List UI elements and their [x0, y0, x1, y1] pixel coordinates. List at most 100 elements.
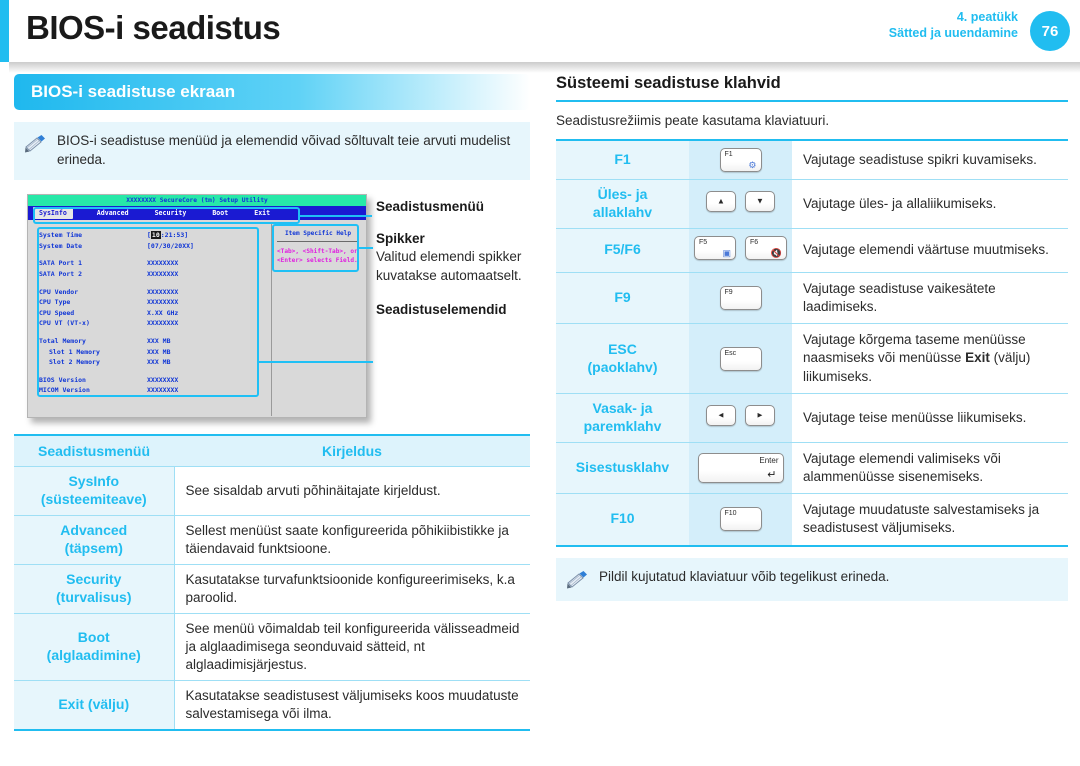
key-cap-cell-left-right: ◄ ► [689, 393, 792, 443]
callout-leader-setup-items [259, 361, 373, 364]
key-cap-cell-f9: F9 [689, 272, 792, 325]
key-cap-cell-up-down: ▲ ▼ [689, 179, 792, 229]
key-cap-cell-f10: F10 [689, 493, 792, 546]
setup-keys-table: F1 F1 ⚙ Vajutage seadistuse spikri kuvam… [556, 139, 1068, 547]
key-desc-enter: Vajutage elemendi valimiseks või alammen… [792, 442, 1068, 495]
key-name-left-right: Vasak- ja paremklahv [556, 393, 689, 443]
help-gear-icon: ⚙ [748, 160, 757, 170]
key-name-esc: ESC (paoklahv) [556, 323, 689, 394]
callout-label-setup-menu: Seadistusmenüü [376, 199, 485, 215]
keycap-arrow-down: ▼ [745, 190, 775, 212]
table-row: F1 F1 ⚙ Vajutage seadistuse spikri kuvam… [556, 140, 1068, 180]
menu-name-security: Security (turvalisus) [14, 564, 174, 614]
key-name-f1: F1 [556, 140, 689, 180]
key-name-enter: Sisestusklahv [556, 442, 689, 495]
keycap-f9: F9 [719, 286, 762, 311]
page-content: BIOS-i seadistuse ekraan BIOS-i seadistu… [0, 62, 1080, 762]
menu-name-sysinfo: SysInfo (süsteemiteave) [14, 466, 174, 517]
menu-desc-boot: See menüü võimaldab teil konfigureerida … [173, 613, 530, 681]
note-pencil-icon [566, 570, 590, 590]
menu-desc-advanced: Sellest menüüst saate konfigureerida põh… [173, 515, 530, 565]
keycap-label: F5 [699, 238, 708, 246]
keycap-label: F9 [724, 289, 733, 297]
callout-leader-helper [359, 247, 373, 250]
table-row: Advanced (täpsem) Sellest menüüst saate … [14, 515, 530, 565]
table-row: F10 F10 Vajutage muudatuste salvestamise… [556, 493, 1068, 546]
display-switch-icon: ▣ [722, 247, 731, 258]
key-cap-cell-esc: Esc [689, 323, 792, 394]
menu-name-boot: Boot (alglaadimine) [14, 613, 174, 681]
keycap-label: F10 [724, 510, 737, 518]
key-desc-left-right: Vajutage teise menüüsse liikumiseks. [792, 393, 1068, 443]
table-row: SysInfo (süsteemiteave) See sisaldab arv… [14, 466, 530, 517]
note-box-bios-varies: BIOS-i seadistuse menüüd ja elemendid võ… [14, 122, 530, 181]
callout-label-helper-body: Valitud elemendi spikker kuvatakse autom… [376, 249, 522, 283]
section-heading-bios-screen: BIOS-i seadistuse ekraan [14, 74, 530, 110]
callout-box-helper [272, 224, 359, 273]
header-accent-bar [0, 0, 9, 62]
keycap-pair: F5 ▣ F6 🔇 [694, 235, 787, 260]
arrow-right-icon: ► [756, 410, 764, 420]
note-box-keyboard-varies: Pildil kujutatud klaviatuur võib tegelik… [556, 557, 1068, 601]
arrow-up-icon: ▲ [717, 196, 725, 206]
menu-name-advanced: Advanced (täpsem) [14, 515, 174, 565]
key-name-f9: F9 [556, 272, 689, 325]
key-desc-f1: Vajutage seadistuse spikri kuvamiseks. [792, 140, 1068, 180]
key-desc-f5-f6: Vajutage elemendi väärtuse muutmiseks. [792, 228, 1068, 273]
key-desc-f10: Vajutage muudatuste salvestamiseks ja se… [792, 493, 1068, 546]
key-desc-f9: Vajutage seadistuse vaikesätete laadimis… [792, 272, 1068, 325]
keycap-label: Esc [724, 349, 737, 357]
keycap-esc: Esc [719, 346, 762, 371]
keycap-pair: ▲ ▼ [706, 190, 775, 212]
keycap-arrow-right: ► [745, 404, 775, 426]
table-header-row: Seadistusmenüü Kirjeldus [14, 435, 530, 468]
keycap-arrow-left: ◄ [706, 404, 736, 426]
keycap-arrow-up: ▲ [706, 190, 736, 212]
keycap-label: F1 [724, 151, 733, 158]
keys-intro-text: Seadistusrežiimis peate kasutama klaviat… [556, 113, 830, 128]
key-name-up-down: Üles- ja allaklahv [556, 179, 689, 229]
menu-desc-sysinfo: See sisaldab arvuti põhinäitajate kirjel… [173, 466, 530, 517]
right-column: Süsteemi seadistuse klahvid Seadistusrež… [556, 74, 1068, 601]
callout-label-helper: Spikker [376, 231, 425, 247]
table-row: Security (turvalisus) Kasutatakse turvaf… [14, 564, 530, 614]
key-name-f10: F10 [556, 493, 689, 546]
arrow-left-icon: ◄ [717, 410, 725, 420]
keycap-f5: F5 ▣ [694, 235, 736, 260]
chapter-name: Sätted ja uuendamine [888, 26, 1018, 40]
chapter-info: 4. peatükk Sätted ja uuendamine [889, 9, 1018, 41]
key-desc-esc-bold: Exit [965, 350, 990, 366]
keycap-label: F6 [750, 238, 759, 246]
callout-leader-setup-menu [300, 215, 372, 218]
bios-screenshot-figure: XXXXXXXX SecureCore (tm) Setup Utility S… [14, 194, 530, 430]
page-title: BIOS-i seadistus [26, 9, 281, 46]
arrow-down-icon: ▼ [756, 196, 764, 206]
section-heading-system-setup-keys: Süsteemi seadistuse klahvid [556, 74, 1068, 102]
key-desc-up-down: Vajutage üles- ja allaliikumiseks. [792, 179, 1068, 229]
bios-window-title: XXXXXXXX SecureCore (tm) Setup Utility [28, 195, 366, 207]
keycap-f10: F10 [719, 507, 762, 532]
menu-desc-security: Kasutatakse turvafunktsioonide konfigure… [173, 564, 530, 614]
table-row: Vasak- ja paremklahv ◄ ► Vajutage teise … [556, 393, 1068, 443]
page-number-badge: 76 [1030, 11, 1070, 51]
table-row: Sisestusklahv Enter ↵ Vajutage elemendi … [556, 442, 1068, 495]
table-row: F9 F9 Vajutage seadistuse vaikesätete la… [556, 272, 1068, 325]
callout-box-setup-menu [33, 207, 300, 225]
column-header-menu: Seadistusmenüü [14, 435, 174, 468]
setup-menu-table: Seadistusmenüü Kirjeldus SysInfo (süstee… [14, 434, 530, 731]
note-pencil-icon [24, 134, 48, 154]
page-header: BIOS-i seadistus 4. peatükk Sätted ja uu… [0, 0, 1080, 73]
mute-speaker-icon: 🔇 [770, 247, 782, 258]
callout-box-setup-items [37, 227, 259, 398]
left-column: BIOS-i seadistuse ekraan BIOS-i seadistu… [14, 74, 530, 731]
table-row: F5/F6 F5 ▣ F6 🔇 Vajutage elemendi väärtu… [556, 228, 1068, 273]
key-cap-cell-f5-f6: F5 ▣ F6 🔇 [689, 228, 792, 273]
table-row: Exit (välju) Kasutatakse seadistusest vä… [14, 680, 530, 730]
chapter-number: 4. peatükk [956, 10, 1018, 24]
callout-label-setup-items: Seadistuselemendid [376, 301, 507, 317]
keycap-f1: F1 ⚙ [719, 148, 762, 172]
key-cap-cell-enter: Enter ↵ [689, 442, 792, 495]
key-name-f5-f6: F5/F6 [556, 228, 689, 273]
keycap-label: Enter [759, 455, 779, 465]
table-row: ESC (paoklahv) Esc Vajutage kõrgema tase… [556, 323, 1068, 394]
